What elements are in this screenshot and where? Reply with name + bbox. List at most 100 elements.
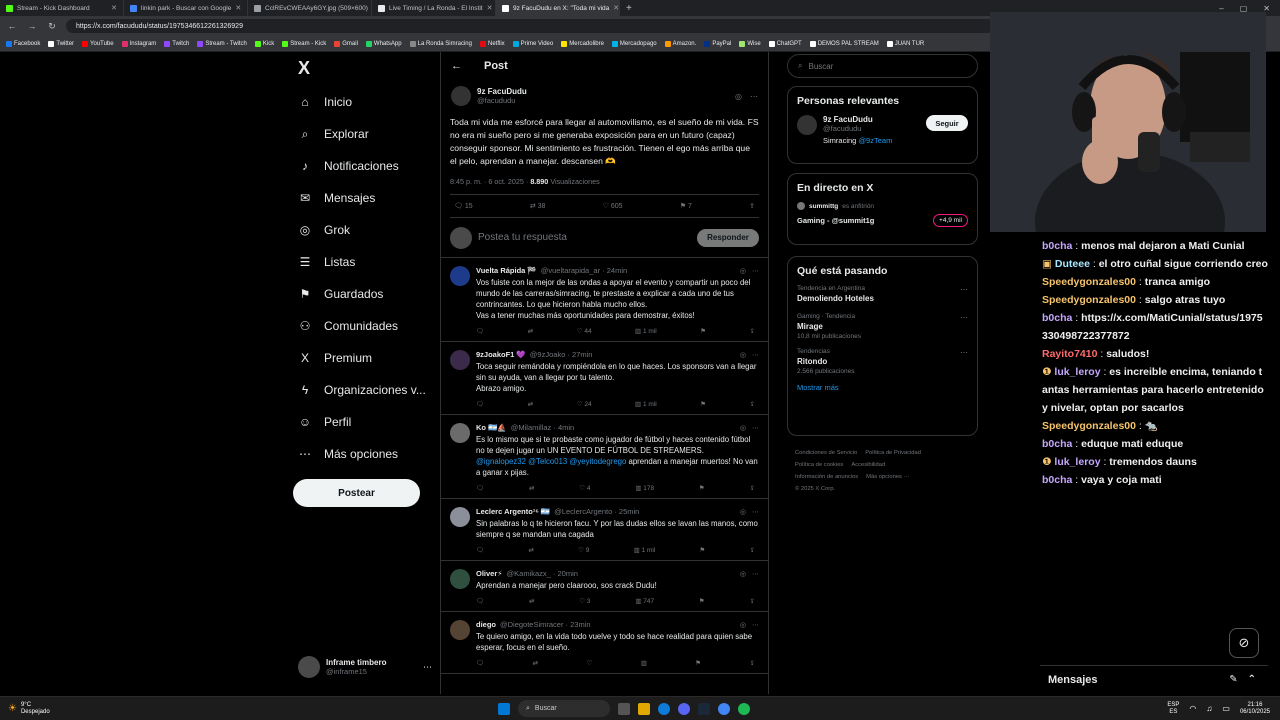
- nav-item[interactable]: ⌕ Explorar: [298, 118, 438, 150]
- volume-icon[interactable]: ♫: [1206, 705, 1212, 713]
- footer-link[interactable]: Política de Privacidad: [865, 450, 921, 456]
- chat-username[interactable]: luk_leroy: [1054, 366, 1100, 378]
- bookmark[interactable]: DEMOS PAL STREAM: [809, 40, 879, 47]
- nav-item[interactable]: ⋯ Más opciones: [298, 438, 438, 470]
- repost-action[interactable]: ⇄: [528, 327, 533, 335]
- repost-action[interactable]: ⇄: [528, 400, 533, 408]
- post-button[interactable]: Postear: [293, 479, 420, 507]
- browser-tab[interactable]: CclREvCWEAAy6GY.jpg (509×600)✕: [248, 0, 372, 16]
- back-arrow-icon[interactable]: ←: [6, 21, 18, 31]
- taskbar-search[interactable]: ⌕ Buscar: [518, 700, 610, 717]
- more-icon[interactable]: ⋯: [752, 570, 759, 578]
- trend-item[interactable]: Tendencias Ritondo 2.566 publicaciones ⋯: [797, 348, 968, 375]
- share-icon[interactable]: ⇪: [750, 484, 755, 492]
- footer-link[interactable]: Información de anuncios: [795, 474, 858, 480]
- spotify-icon[interactable]: [738, 702, 750, 715]
- avatar[interactable]: [450, 569, 470, 589]
- chat-username[interactable]: Duteee: [1055, 258, 1090, 270]
- bookmark-icon[interactable]: ⚑: [700, 400, 706, 408]
- views-action[interactable]: ▥: [641, 659, 647, 667]
- bookmark[interactable]: Facebook: [6, 40, 40, 47]
- reply-button[interactable]: Responder: [697, 228, 759, 247]
- nav-item[interactable]: ♪ Notificaciones: [298, 150, 438, 182]
- more-icon[interactable]: ⋯: [752, 267, 759, 275]
- nav-item[interactable]: X Premium: [298, 342, 438, 374]
- more-icon[interactable]: ⋯: [750, 92, 758, 101]
- reply-author[interactable]: diego: [476, 620, 496, 629]
- footer-link[interactable]: Política de cookies: [795, 462, 843, 468]
- close-icon[interactable]: ✕: [111, 4, 117, 12]
- bookmark-icon[interactable]: ⚑: [699, 484, 705, 492]
- chat-username[interactable]: luk_leroy: [1054, 456, 1100, 468]
- share-icon[interactable]: ⇪: [749, 202, 755, 210]
- avatar[interactable]: [451, 86, 471, 106]
- reply-author[interactable]: 9zJoakoF1 💜: [476, 350, 526, 359]
- grok-icon[interactable]: ◎: [740, 570, 746, 578]
- task-view-icon[interactable]: [618, 702, 630, 715]
- footer-link[interactable]: © 2025 X Corp.: [795, 486, 835, 492]
- views-action[interactable]: ▥ 1 mil: [634, 546, 656, 554]
- chat-username[interactable]: b0cha: [1042, 240, 1072, 252]
- footer-link[interactable]: Condiciones de Servicio: [795, 450, 857, 456]
- bookmark[interactable]: Amazon.: [664, 40, 696, 47]
- reply-handle[interactable]: @DiegoteSimracer · 23min: [500, 620, 591, 629]
- live-host[interactable]: summittg es anfitrión: [797, 202, 968, 210]
- repost-action[interactable]: ⇄: [529, 597, 534, 605]
- relevant-handle[interactable]: @facududu: [823, 124, 892, 133]
- bookmark[interactable]: Kick: [254, 40, 274, 47]
- reply-author[interactable]: Ko 🇦🇷⛵: [476, 423, 507, 432]
- nav-item[interactable]: ☰ Listas: [298, 246, 438, 278]
- bookmark[interactable]: YouTube: [82, 40, 114, 47]
- live-space-title[interactable]: Gaming - @summit1g: [797, 216, 874, 225]
- reply-action[interactable]: 🗨: [476, 484, 484, 492]
- repost-action[interactable]: ⇄: [529, 484, 534, 492]
- views-action[interactable]: ▥ 178: [635, 484, 654, 492]
- more-icon[interactable]: ⋯: [423, 662, 432, 673]
- browser-tab[interactable]: Stream - Kick Dashboard ✕: [0, 0, 124, 16]
- avatar[interactable]: [450, 507, 470, 527]
- avatar[interactable]: [450, 423, 470, 443]
- bookmark[interactable]: Gmail: [334, 40, 358, 47]
- more-icon[interactable]: ⋯: [752, 424, 759, 432]
- nav-item[interactable]: ⌂ Inicio: [298, 86, 438, 118]
- bookmark[interactable]: Mercadopago: [611, 40, 657, 47]
- bookmark[interactable]: La Ronda Simracing: [409, 40, 472, 47]
- bookmark[interactable]: Twitter: [48, 40, 74, 47]
- reply-handle[interactable]: @Milamillaz · 4min: [511, 423, 574, 432]
- views-action[interactable]: ▥ 1 mil: [635, 400, 657, 408]
- search-input[interactable]: ⌕ Buscar: [787, 54, 978, 78]
- bookmark[interactable]: PayPal: [704, 40, 731, 47]
- clock[interactable]: 21:16 06/10/2025: [1240, 702, 1270, 716]
- chat-username[interactable]: Speedygonzales00: [1042, 294, 1136, 306]
- views-action[interactable]: ▥ 1 mil: [635, 327, 657, 335]
- language-indicator[interactable]: ESP ES: [1167, 702, 1179, 716]
- weather-widget[interactable]: ☀ 9°C Despejado: [0, 702, 50, 716]
- views-action[interactable]: ▥ 747: [635, 597, 654, 605]
- nav-item[interactable]: ⚇ Comunidades: [298, 310, 438, 342]
- chat-username[interactable]: Speedygonzales00: [1042, 420, 1136, 432]
- bookmark-icon[interactable]: ⚑: [695, 659, 701, 667]
- more-icon[interactable]: ⋯: [752, 351, 759, 359]
- bookmark-icon[interactable]: ⚑: [699, 597, 705, 605]
- bookmark[interactable]: Stream - Kick: [282, 40, 326, 47]
- bookmark[interactable]: Netflix: [479, 40, 505, 47]
- share-icon[interactable]: ⇪: [750, 400, 755, 408]
- listener-count[interactable]: +4,9 mil: [933, 214, 968, 227]
- reply-author[interactable]: Oliver⚡: [476, 569, 503, 578]
- start-icon[interactable]: [498, 702, 510, 715]
- close-icon[interactable]: ✕: [235, 4, 241, 12]
- close-icon[interactable]: ✕: [487, 4, 493, 12]
- repost-action[interactable]: ⇄: [533, 659, 538, 667]
- grok-icon[interactable]: ◎: [740, 621, 746, 629]
- chat-username[interactable]: b0cha: [1042, 312, 1072, 324]
- grok-icon[interactable]: ◎: [735, 92, 742, 101]
- wifi-icon[interactable]: ◠: [1189, 705, 1196, 713]
- chat-username[interactable]: b0cha: [1042, 438, 1072, 450]
- bookmark[interactable]: JUAN TUR: [886, 40, 924, 47]
- more-icon[interactable]: ⋯: [960, 348, 968, 375]
- reply-action[interactable]: 🗨: [476, 327, 484, 335]
- url-field[interactable]: https://x.com/facududu/status/1975346612…: [66, 19, 1026, 33]
- browser-tab[interactable]: Live Timing / La Ronda - El Instit ✕: [372, 0, 496, 16]
- steam-icon[interactable]: [698, 702, 710, 715]
- bookmark-action[interactable]: ⚑ 7: [680, 202, 692, 210]
